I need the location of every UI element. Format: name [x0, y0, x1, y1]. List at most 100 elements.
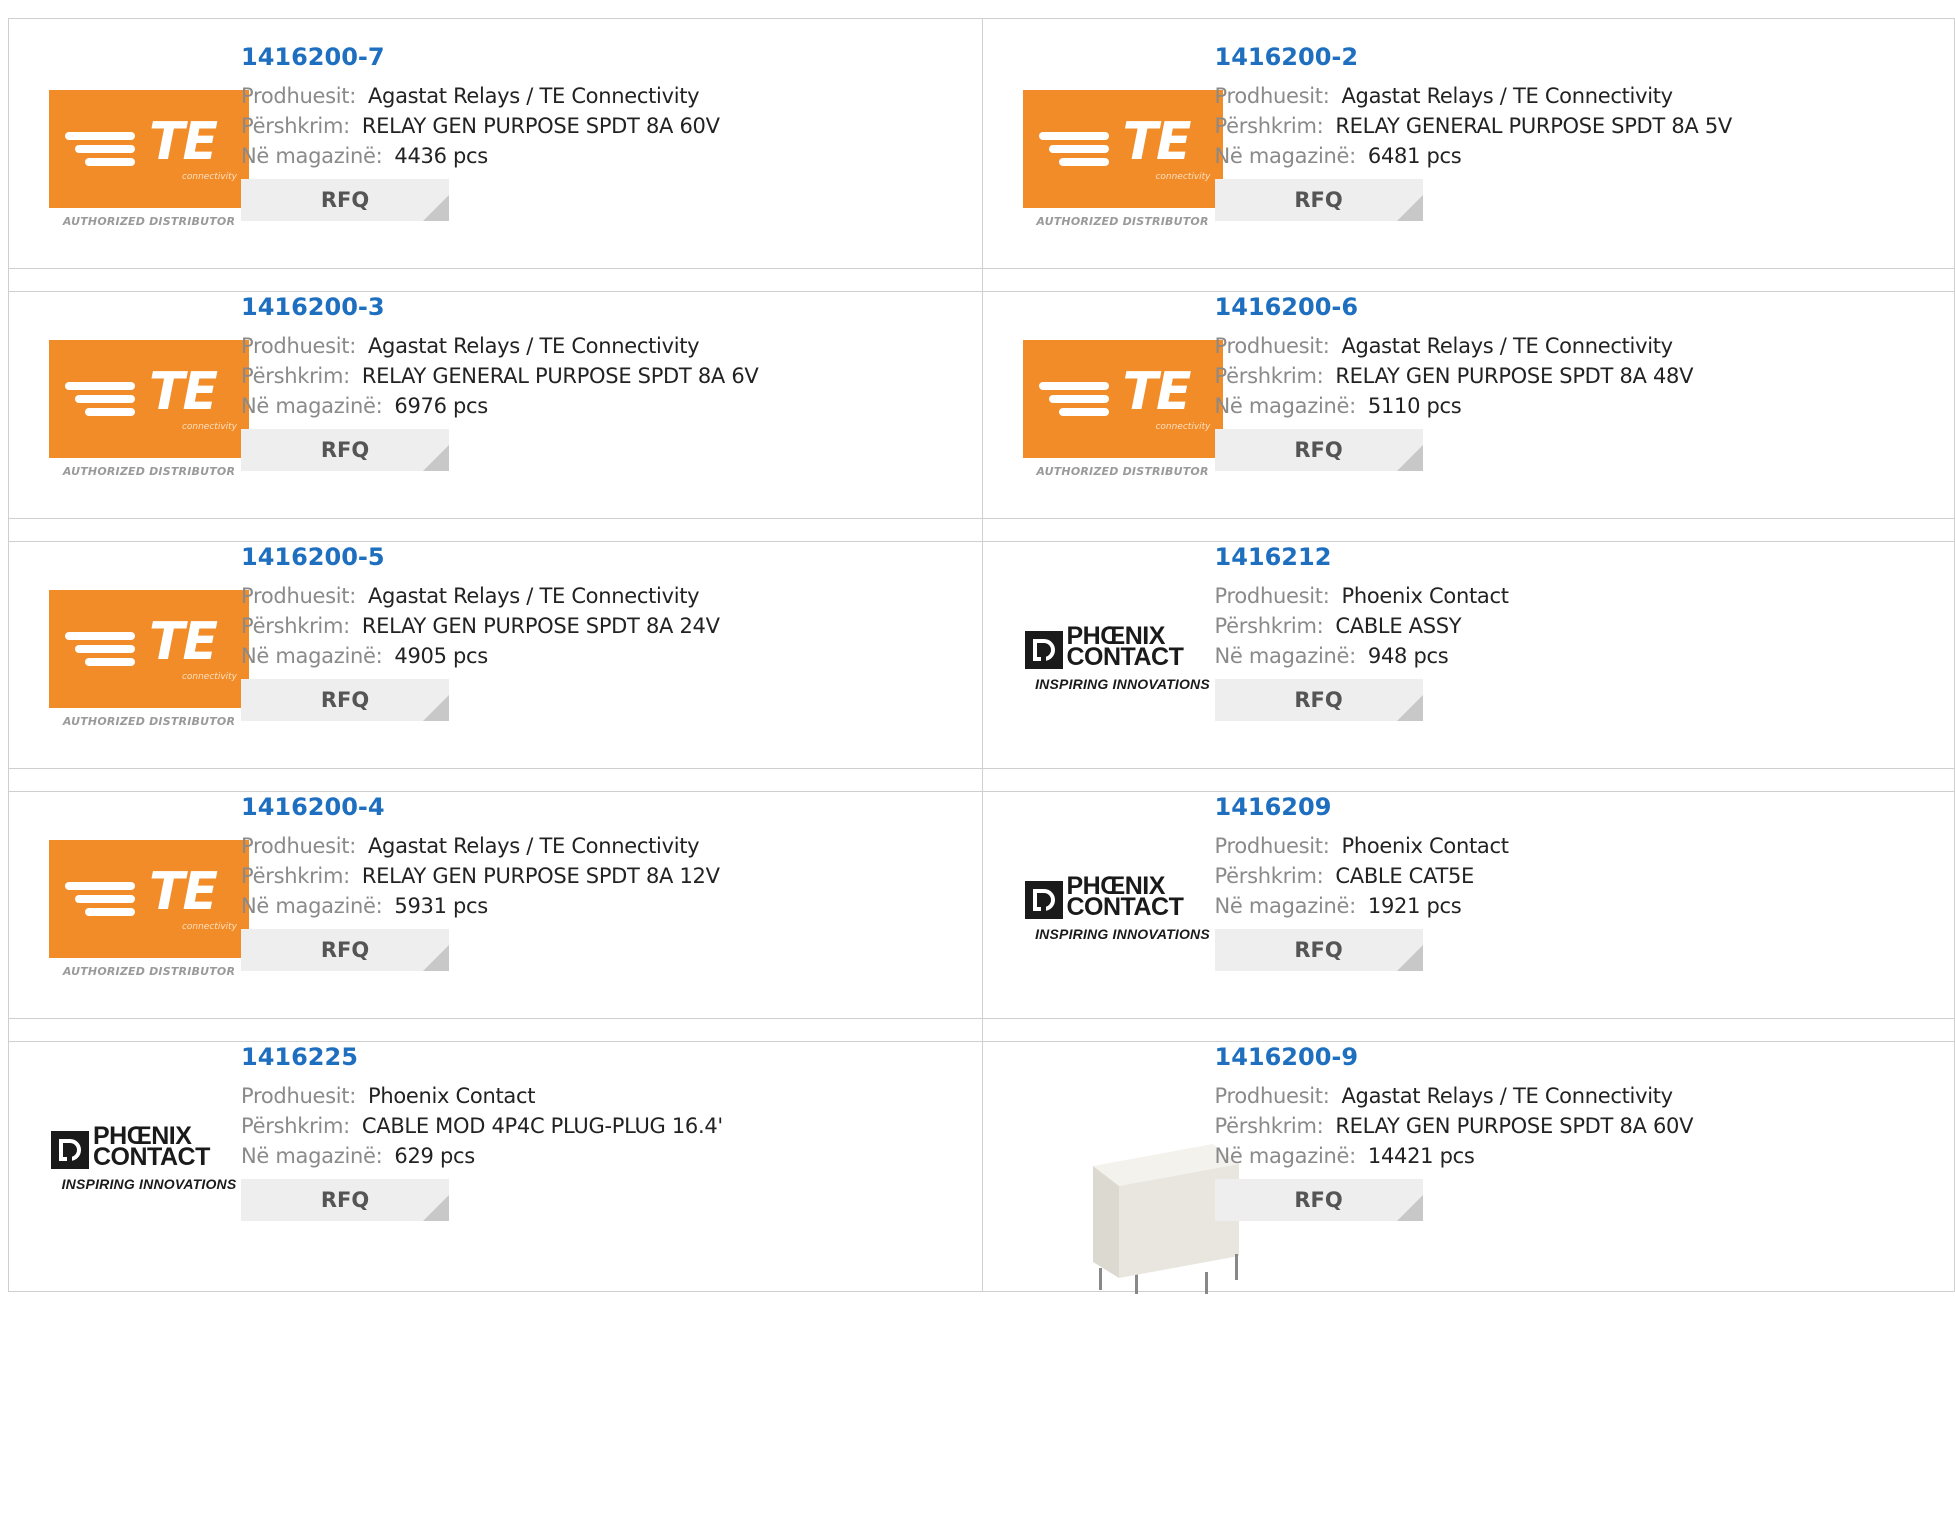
- description-label: Përshkrim:: [241, 1114, 350, 1138]
- part-number-link[interactable]: 1416212: [1215, 543, 1332, 571]
- description-line: Përshkrim: RELAY GEN PURPOSE SPDT 8A 24V: [241, 614, 720, 638]
- manufacturer-label: Prodhuesit:: [1214, 1084, 1330, 1108]
- description-line: Përshkrim: RELAY GEN PURPOSE SPDT 8A 48V: [1215, 364, 1694, 388]
- phoenix-logo-tagline: INSPIRING INNOVATIONS: [1035, 676, 1210, 692]
- rfq-button[interactable]: RFQ: [1214, 1179, 1423, 1221]
- manufacturer-line: Prodhuesit: Agastat Relays / TE Connectiv…: [1215, 334, 1674, 358]
- te-logo-text: TE: [149, 362, 218, 422]
- rfq-button-label: RFQ: [1294, 188, 1343, 212]
- te-logo-subtext: connectivity: [181, 422, 237, 432]
- rfq-button-label: RFQ: [320, 1188, 370, 1212]
- stock-value: 6481 pcs: [1367, 144, 1462, 168]
- phoenix-logo-tagline: INSPIRING INNOVATIONS: [1035, 926, 1210, 942]
- manufacturer-logo: TE connectivity AUTHORIZED DISTRIBUTOR: [49, 340, 249, 480]
- rfq-button[interactable]: RFQ: [241, 179, 449, 221]
- te-connectivity-logo: TE connectivity: [49, 340, 249, 458]
- te-connectivity-logo: TE connectivity: [1022, 340, 1223, 458]
- manufacturer-label: Prodhuesit:: [241, 1084, 356, 1108]
- description-label: Përshkrim:: [1214, 614, 1324, 638]
- manufacturer-label: Prodhuesit:: [241, 84, 356, 108]
- stock-value: 5110 pcs: [1367, 394, 1462, 418]
- te-logo-text: TE: [149, 112, 218, 172]
- rfq-button[interactable]: RFQ: [241, 929, 449, 971]
- corner-triangle-icon: [423, 695, 449, 721]
- te-logo-subtext: connectivity: [1155, 422, 1211, 432]
- rfq-button[interactable]: RFQ: [1214, 679, 1423, 721]
- te-logo-text: TE: [149, 612, 218, 672]
- stock-label: Në magazinë:: [1214, 1144, 1357, 1168]
- part-number-link[interactable]: 1416200-4: [241, 793, 385, 821]
- te-logo-text: TE: [1122, 362, 1192, 422]
- authorized-distributor-label: AUTHORIZED DISTRIBUTOR: [1036, 465, 1209, 478]
- description-value: RELAY GENERAL PURPOSE SPDT 8A 6V: [361, 364, 759, 388]
- te-logo-text: TE: [149, 862, 218, 922]
- stock-line: Në magazinë: 4905 pcs: [241, 644, 488, 668]
- rfq-button[interactable]: RFQ: [1214, 179, 1423, 221]
- te-logo-subtext: connectivity: [181, 922, 237, 932]
- manufacturer-label: Prodhuesit:: [241, 834, 356, 858]
- manufacturer-line: Prodhuesit: Agastat Relays / TE Connectiv…: [1214, 84, 1674, 108]
- manufacturer-label: Prodhuesit:: [1214, 84, 1330, 108]
- description-line: Përshkrim: CABLE MOD 4P4C PLUG-PLUG 16.4': [241, 1114, 723, 1138]
- part-number-link[interactable]: 1416200-9: [1215, 1043, 1359, 1071]
- product-card: PHŒNIX CONTACT INSPIRING INNOVATIONS 141…: [9, 1019, 982, 1291]
- authorized-distributor-label: AUTHORIZED DISTRIBUTOR: [1036, 215, 1209, 228]
- manufacturer-logo: [1023, 1090, 1239, 1294]
- phoenix-contact-logo: PHŒNIX CONTACT INSPIRING INNOVATIONS: [1023, 874, 1223, 948]
- stock-value: 948 pcs: [1367, 644, 1449, 668]
- manufacturer-line: Prodhuesit: Phoenix Contact: [1215, 584, 1509, 608]
- part-number-link[interactable]: 1416209: [1215, 793, 1332, 821]
- rfq-button[interactable]: RFQ: [241, 679, 449, 721]
- phoenix-mark-icon: [1024, 631, 1063, 669]
- rfq-button-label: RFQ: [1294, 938, 1343, 962]
- rfq-button[interactable]: RFQ: [241, 429, 449, 471]
- part-number-link[interactable]: 1416200-7: [241, 43, 385, 71]
- rfq-button-label: RFQ: [320, 438, 370, 462]
- phoenix-logo-tagline: INSPIRING INNOVATIONS: [61, 1176, 237, 1192]
- part-number-link[interactable]: 1416200-6: [1215, 293, 1359, 321]
- manufacturer-value: Phoenix Contact: [367, 1084, 536, 1108]
- rfq-button-label: RFQ: [320, 188, 370, 212]
- stock-label: Në magazinë:: [1214, 144, 1357, 168]
- stock-line: Në magazinë: 6976 pcs: [241, 394, 488, 418]
- stock-value: 629 pcs: [394, 1144, 475, 1168]
- stock-label: Në magazinë:: [241, 894, 383, 918]
- part-number-link[interactable]: 1416225: [241, 1043, 358, 1071]
- manufacturer-logo: PHŒNIX CONTACT INSPIRING INNOVATIONS: [49, 1090, 249, 1230]
- part-number-link[interactable]: 1416200-5: [241, 543, 385, 571]
- manufacturer-value: Agastat Relays / TE Connectivity: [367, 84, 700, 108]
- stock-line: Në magazinë: 1921 pcs: [1215, 894, 1462, 918]
- description-label: Përshkrim:: [1214, 364, 1324, 388]
- stock-value: 5931 pcs: [394, 894, 488, 918]
- product-row: TE connectivity AUTHORIZED DISTRIBUTOR 1…: [8, 768, 1955, 1042]
- rfq-button[interactable]: RFQ: [1214, 429, 1423, 471]
- manufacturer-label: Prodhuesit:: [1214, 584, 1330, 608]
- rfq-button-label: RFQ: [320, 688, 370, 712]
- authorized-distributor-label: AUTHORIZED DISTRIBUTOR: [62, 215, 236, 228]
- part-number-link[interactable]: 1416200-2: [1215, 43, 1359, 71]
- description-value: RELAY GENERAL PURPOSE SPDT 8A 5V: [1335, 114, 1732, 138]
- description-line: Përshkrim: RELAY GENERAL PURPOSE SPDT 8A …: [1214, 114, 1733, 138]
- stock-label: Në magazinë:: [241, 394, 383, 418]
- part-number-link[interactable]: 1416200-3: [241, 293, 385, 321]
- rfq-button[interactable]: RFQ: [241, 1179, 449, 1221]
- manufacturer-value: Agastat Relays / TE Connectivity: [1341, 84, 1673, 108]
- manufacturer-value: Phoenix Contact: [1341, 834, 1509, 858]
- manufacturer-line: Prodhuesit: Agastat Relays / TE Connectiv…: [241, 584, 700, 608]
- manufacturer-label: Prodhuesit:: [241, 584, 356, 608]
- stock-label: Në magazinë:: [241, 144, 383, 168]
- description-value: RELAY GEN PURPOSE SPDT 8A 60V: [1335, 1114, 1694, 1138]
- rfq-button[interactable]: RFQ: [1214, 929, 1423, 971]
- corner-triangle-icon: [423, 945, 449, 971]
- stock-line: Në magazinë: 4436 pcs: [241, 144, 488, 168]
- phoenix-contact-logo: PHŒNIX CONTACT INSPIRING INNOVATIONS: [1023, 624, 1223, 698]
- stock-line: Në magazinë: 5931 pcs: [241, 894, 488, 918]
- stock-label: Në magazinë:: [241, 644, 383, 668]
- manufacturer-logo: TE connectivity AUTHORIZED DISTRIBUTOR: [49, 840, 249, 980]
- rfq-button-label: RFQ: [320, 938, 370, 962]
- corner-triangle-icon: [1396, 695, 1423, 721]
- rfq-button-label: RFQ: [1294, 688, 1343, 712]
- product-row: PHŒNIX CONTACT INSPIRING INNOVATIONS 141…: [8, 1018, 1955, 1294]
- description-label: Përshkrim:: [1214, 864, 1324, 888]
- description-label: Përshkrim:: [1214, 114, 1324, 138]
